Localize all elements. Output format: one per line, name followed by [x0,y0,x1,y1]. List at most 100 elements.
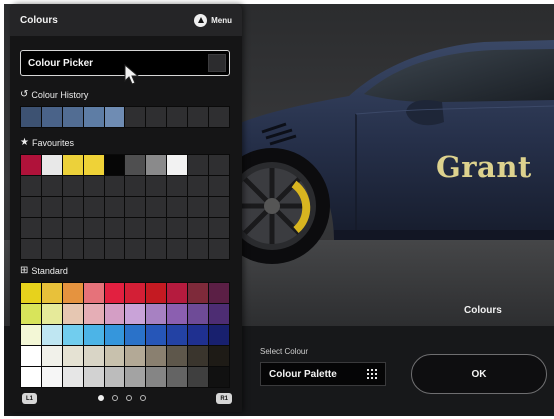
favourite-swatch[interactable] [125,197,146,217]
standard-swatch[interactable] [188,367,209,387]
favourite-swatch[interactable] [41,239,62,259]
history-swatch[interactable] [146,107,167,127]
standard-swatch[interactable] [167,304,188,324]
standard-swatch[interactable] [104,325,125,345]
history-swatch[interactable] [167,107,188,127]
standard-swatch[interactable] [21,304,41,324]
favourite-swatch[interactable] [62,176,83,196]
standard-swatch[interactable] [125,283,146,303]
favourite-swatch[interactable] [104,197,125,217]
favourite-swatch[interactable] [188,176,209,196]
favourite-swatch[interactable] [167,218,188,238]
standard-swatch[interactable] [188,283,209,303]
standard-swatch[interactable] [21,346,41,366]
favourite-swatch[interactable] [104,155,125,175]
standard-swatch[interactable] [83,367,104,387]
standard-swatch[interactable] [41,325,62,345]
standard-swatch[interactable] [83,283,104,303]
favourite-swatch[interactable] [209,176,229,196]
favourite-swatch[interactable] [167,155,188,175]
history-swatch[interactable] [21,107,41,127]
favourite-swatch[interactable] [62,155,83,175]
favourite-swatch[interactable] [41,176,62,196]
favourite-swatch[interactable] [83,176,104,196]
l1-button[interactable]: L1 [22,393,38,404]
favourite-swatch[interactable] [167,176,188,196]
favourite-swatch[interactable] [104,239,125,259]
standard-swatch[interactable] [146,304,167,324]
standard-swatch[interactable] [41,283,62,303]
standard-swatch[interactable] [62,304,83,324]
standard-swatch[interactable] [62,283,83,303]
favourite-swatch[interactable] [125,155,146,175]
menu-button[interactable]: Menu [194,14,232,27]
favourite-swatch[interactable] [146,176,167,196]
standard-swatch[interactable] [21,283,41,303]
standard-swatch[interactable] [125,367,146,387]
history-swatch[interactable] [125,107,146,127]
ok-button[interactable]: OK [411,354,547,394]
favourite-swatch[interactable] [146,155,167,175]
standard-swatch[interactable] [62,325,83,345]
standard-swatch[interactable] [209,283,229,303]
standard-swatch[interactable] [167,283,188,303]
favourite-swatch[interactable] [167,239,188,259]
r1-button[interactable]: R1 [216,393,232,404]
page-dot[interactable] [112,395,118,401]
favourite-swatch[interactable] [125,239,146,259]
standard-swatch[interactable] [188,325,209,345]
standard-swatch[interactable] [41,367,62,387]
page-dot[interactable] [98,395,104,401]
favourite-swatch[interactable] [62,239,83,259]
favourite-swatch[interactable] [125,176,146,196]
colour-palette-select[interactable]: Colour Palette [260,362,386,386]
standard-swatch[interactable] [125,346,146,366]
standard-swatch[interactable] [104,367,125,387]
favourite-swatch[interactable] [188,239,209,259]
favourite-swatch[interactable] [104,176,125,196]
favourite-swatch[interactable] [83,239,104,259]
favourite-swatch[interactable] [125,218,146,238]
standard-swatch[interactable] [146,325,167,345]
favourite-swatch[interactable] [83,155,104,175]
standard-swatch[interactable] [83,304,104,324]
standard-swatch[interactable] [167,325,188,345]
standard-swatch[interactable] [104,304,125,324]
standard-swatch[interactable] [104,283,125,303]
standard-swatch[interactable] [62,346,83,366]
standard-swatch[interactable] [41,304,62,324]
page-dot[interactable] [140,395,146,401]
standard-swatch[interactable] [41,346,62,366]
favourite-swatch[interactable] [21,176,41,196]
standard-swatch[interactable] [209,367,229,387]
favourite-swatch[interactable] [104,218,125,238]
favourite-swatch[interactable] [188,155,209,175]
favourite-swatch[interactable] [21,155,41,175]
favourite-swatch[interactable] [188,218,209,238]
favourite-swatch[interactable] [83,218,104,238]
standard-swatch[interactable] [21,367,41,387]
favourite-swatch[interactable] [62,218,83,238]
favourite-swatch[interactable] [209,197,229,217]
standard-swatch[interactable] [188,346,209,366]
standard-swatch[interactable] [83,325,104,345]
favourite-swatch[interactable] [41,155,62,175]
standard-swatch[interactable] [209,346,229,366]
favourite-swatch[interactable] [21,197,41,217]
favourite-swatch[interactable] [41,197,62,217]
favourite-swatch[interactable] [62,197,83,217]
standard-swatch[interactable] [104,346,125,366]
favourite-swatch[interactable] [21,239,41,259]
favourite-swatch[interactable] [83,197,104,217]
favourite-swatch[interactable] [146,218,167,238]
history-swatch[interactable] [209,107,229,127]
standard-swatch[interactable] [125,325,146,345]
standard-swatch[interactable] [21,325,41,345]
favourite-swatch[interactable] [209,239,229,259]
standard-swatch[interactable] [62,367,83,387]
standard-swatch[interactable] [209,325,229,345]
standard-swatch[interactable] [167,367,188,387]
history-swatch[interactable] [83,107,104,127]
standard-swatch[interactable] [146,367,167,387]
standard-swatch[interactable] [209,304,229,324]
